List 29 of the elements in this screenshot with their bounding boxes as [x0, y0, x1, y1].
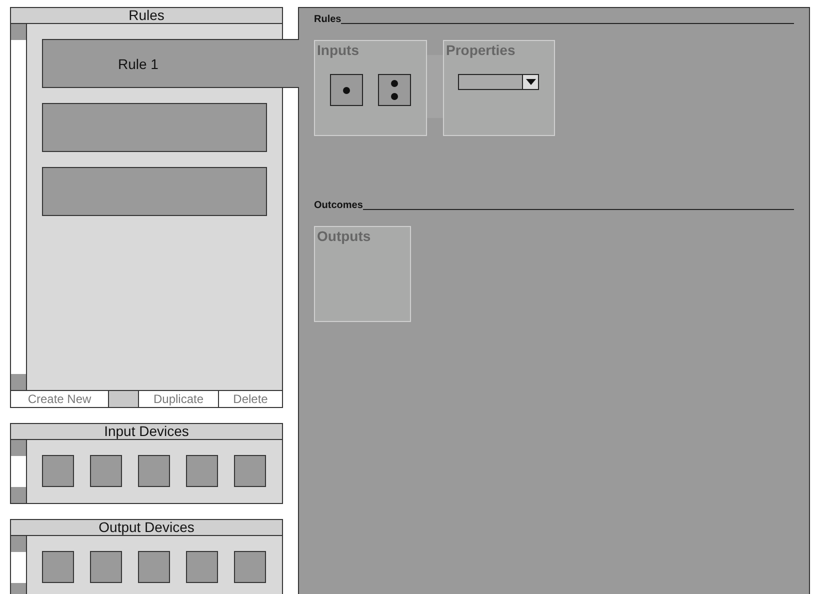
device-slot[interactable] — [138, 455, 170, 487]
group-title: Properties — [445, 41, 516, 59]
rule-item[interactable]: Rule 1 — [42, 39, 299, 88]
device-slot[interactable] — [186, 551, 218, 583]
group-title: Outputs — [316, 227, 372, 245]
device-slot[interactable] — [90, 455, 122, 487]
blank-button[interactable] — [108, 391, 138, 407]
device-slot[interactable] — [234, 551, 266, 583]
device-slot[interactable] — [234, 455, 266, 487]
section-heading: Outcomes — [314, 200, 363, 211]
scrollbar[interactable] — [11, 24, 27, 390]
device-slot[interactable] — [138, 551, 170, 583]
device-slot[interactable] — [90, 551, 122, 583]
input-slot[interactable] — [330, 74, 363, 106]
scrollbar[interactable] — [11, 440, 27, 503]
section-heading: Rules — [314, 14, 342, 25]
panel-title: Input Devices — [11, 424, 282, 440]
caret-icon — [526, 79, 536, 85]
device-slot[interactable] — [42, 551, 74, 583]
rule-item[interactable] — [42, 103, 267, 152]
input-slot[interactable] — [378, 74, 411, 106]
dropdown-field[interactable] — [458, 74, 539, 90]
panel-title: Output Devices — [11, 520, 282, 536]
panel-title: Rules — [11, 8, 282, 24]
group-title: Inputs — [316, 41, 360, 59]
scrollbar[interactable] — [11, 536, 27, 594]
device-slot[interactable] — [42, 455, 74, 487]
device-slot[interactable] — [186, 455, 218, 487]
rule-item[interactable] — [42, 167, 267, 216]
